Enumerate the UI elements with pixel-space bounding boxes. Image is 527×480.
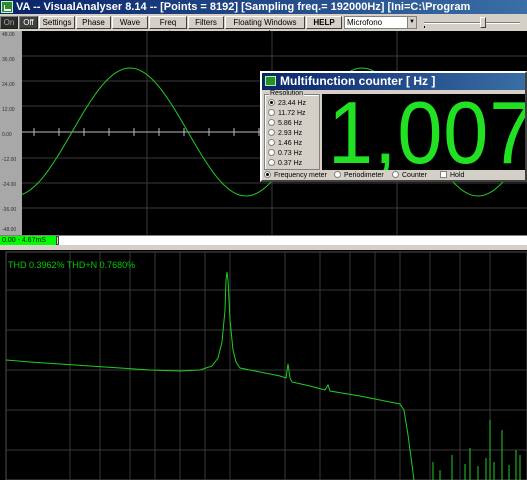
toolbar-slider[interactable] <box>420 16 527 29</box>
hold-label: Hold <box>450 172 465 179</box>
radio-button-icon[interactable] <box>392 171 399 178</box>
y-axis-label: 48.00 <box>2 32 15 38</box>
resolution-option[interactable]: 0.37 Hz <box>268 159 302 168</box>
mode-frequency-meter[interactable]: Frequency meter <box>264 171 327 181</box>
resolution-option[interactable]: 0.73 Hz <box>268 149 302 158</box>
counter-title-bar[interactable]: Multifunction counter [ Hz ] <box>262 73 525 90</box>
radio-button-icon[interactable] <box>264 171 271 178</box>
wave-button[interactable]: Wave <box>112 16 148 29</box>
toolbar: On Off Settings Phase Wave Freq meter Fi… <box>0 15 527 38</box>
radio-button-icon[interactable] <box>268 109 275 116</box>
mode-label: Periodimeter <box>344 172 384 179</box>
visual-analyser-window: VA -- VisualAnalyser 8.14 -- [Points = 8… <box>0 0 527 480</box>
resolution-option[interactable]: 1.46 Hz <box>268 139 302 148</box>
radio-button-icon[interactable] <box>268 139 275 146</box>
counter-window-icon <box>265 76 276 86</box>
y-axis-label: 12.00 <box>2 107 15 113</box>
radio-button-icon[interactable] <box>268 99 275 106</box>
mode-periodimeter[interactable]: Periodimeter <box>334 171 384 181</box>
input-device-select[interactable]: Microfono ▼ <box>344 16 417 29</box>
mode-label: Frequency meter <box>274 172 327 179</box>
resolution-option[interactable]: 2.93 Hz <box>268 129 302 138</box>
resolution-option-label: 11.72 Hz <box>278 110 306 117</box>
y-axis-label: 24.00 <box>2 82 15 88</box>
mode-counter[interactable]: Counter <box>392 171 427 181</box>
resolution-option[interactable]: 23.44 Hz <box>268 99 306 108</box>
y-axis-label: -24.00 <box>2 182 17 188</box>
on-button[interactable]: On <box>0 16 18 29</box>
y-axis-label: -48.00 <box>2 227 17 233</box>
slider-ticks <box>424 26 520 28</box>
frequency-display: 1,007. <box>322 94 525 170</box>
frequency-value: 1,007. <box>328 94 525 170</box>
y-axis-label: 36.00 <box>2 57 15 63</box>
y-axis-label: -36.00 <box>2 207 17 213</box>
title-bar[interactable]: VA -- VisualAnalyser 8.14 -- [Points = 8… <box>0 0 527 14</box>
resolution-option-label: 0.73 Hz <box>278 150 303 157</box>
filters-button[interactable]: Filters <box>188 16 224 29</box>
radio-button-icon[interactable] <box>268 129 275 136</box>
spectrum-trace <box>5 271 415 480</box>
help-button[interactable]: HELP <box>306 16 342 29</box>
thd-readout: THD 0.3962% THD+N 0.7680% <box>8 260 136 270</box>
mode-selector: Frequency meter Periodimeter Counter Hol… <box>264 171 525 181</box>
floating-windows-mode-button[interactable]: Floating Windows mode <box>225 16 305 38</box>
resolution-option-label: 0.37 Hz <box>278 160 303 167</box>
resolution-option[interactable]: 5.86 Hz <box>268 119 302 128</box>
resolution-group-label: Resolution <box>269 90 305 97</box>
resolution-option-label: 5.86 Hz <box>278 120 303 127</box>
spectrum-panel: THD 0.3962% THD+N 0.7680% <box>0 246 527 480</box>
settings-button[interactable]: Settings <box>39 16 75 29</box>
hold-checkbox[interactable]: Hold <box>440 171 464 181</box>
app-icon[interactable] <box>1 1 13 13</box>
slider-thumb[interactable] <box>480 17 486 28</box>
resolution-option-label: 23.44 Hz <box>278 100 307 107</box>
radio-button-icon[interactable] <box>268 119 275 126</box>
spectrum-plot[interactable] <box>0 250 527 480</box>
counter-title: Multifunction counter [ Hz ] <box>280 74 436 88</box>
y-axis-label: -12.00 <box>2 157 17 163</box>
slider-track <box>424 22 520 24</box>
radio-button-icon[interactable] <box>268 159 275 166</box>
time-scroll-handle[interactable] <box>56 236 59 245</box>
dropdown-arrow-icon[interactable]: ▼ <box>407 17 416 28</box>
resolution-option-label: 2.93 Hz <box>278 130 303 137</box>
off-button[interactable]: Off <box>19 16 38 29</box>
resolution-option[interactable]: 11.72 Hz <box>268 109 306 118</box>
resolution-option-label: 1.46 Hz <box>278 140 303 147</box>
mode-label: Counter <box>402 172 427 179</box>
radio-button-icon[interactable] <box>268 149 275 156</box>
time-scroll-bar[interactable]: 0.00 - 4.67mS <box>0 235 527 245</box>
radio-button-icon[interactable] <box>334 171 341 178</box>
phase-button[interactable]: Phase <box>76 16 111 29</box>
freq-meter-button[interactable]: Freq meter <box>149 16 187 38</box>
input-device-value: Microfono <box>347 18 383 27</box>
y-axis-label: 0.00 <box>2 132 12 138</box>
multifunction-counter-window: Multifunction counter [ Hz ] Resolution … <box>260 71 527 182</box>
window-title: VA -- VisualAnalyser 8.14 -- [Points = 8… <box>16 1 471 13</box>
time-range-label: 0.00 - 4.67mS <box>0 236 56 245</box>
checkbox-icon[interactable] <box>440 171 447 178</box>
resolution-group: Resolution 23.44 Hz 11.72 Hz 5.86 Hz 2.9… <box>264 90 320 170</box>
scope-y-axis: 48.00 36.00 24.00 12.00 0.00 -12.00 -24.… <box>0 31 22 235</box>
